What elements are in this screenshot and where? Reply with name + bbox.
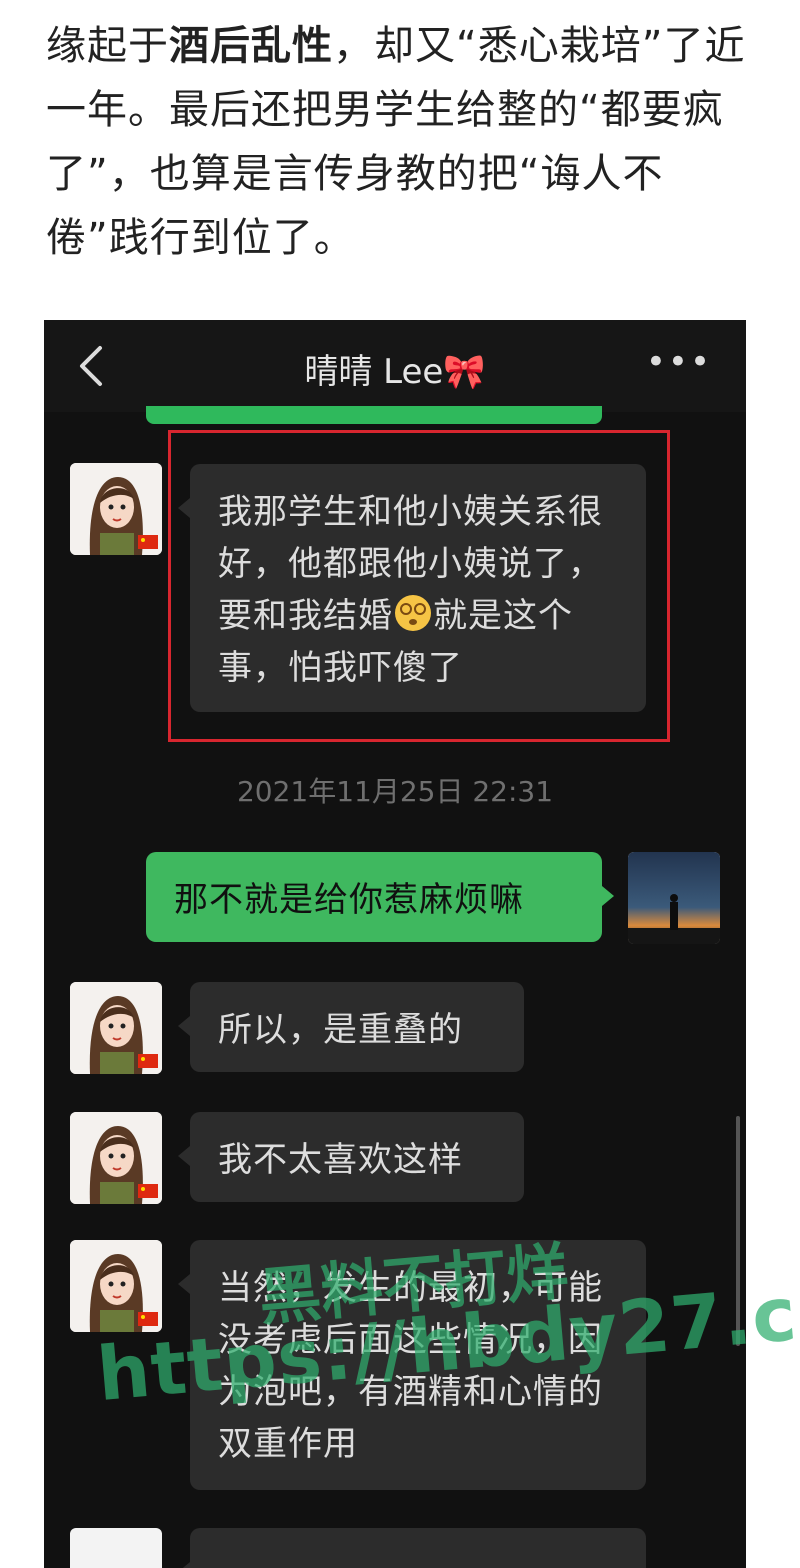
timestamp: 2021年11月25日 22:31 bbox=[236, 775, 554, 808]
outgoing-message[interactable]: 那不就是给你惹麻烦嘛 bbox=[146, 852, 614, 942]
user-avatar-image bbox=[628, 852, 720, 944]
incoming-message[interactable]: 所以，是重叠的 bbox=[178, 982, 524, 1072]
contact-avatar[interactable] bbox=[70, 982, 162, 1074]
contact-avatar[interactable] bbox=[70, 463, 162, 555]
message-text: 所以，是重叠的 bbox=[218, 1010, 463, 1050]
contact-avatar-image bbox=[70, 463, 162, 555]
article-text-bold: 酒后乱性 bbox=[169, 23, 333, 69]
contact-avatar-image bbox=[70, 1240, 162, 1332]
incoming-message[interactable]: 我不太喜欢这样 bbox=[178, 1112, 524, 1202]
more-options-icon[interactable]: ••• bbox=[646, 345, 712, 379]
message-text: 我不太喜欢这样 bbox=[218, 1140, 463, 1180]
message-text: 那不就是给你惹麻烦嘛 bbox=[174, 880, 524, 920]
contact-avatar-partial[interactable] bbox=[70, 1528, 162, 1568]
contact-avatar[interactable] bbox=[70, 1240, 162, 1332]
chat-title: 晴晴 Lee🎀 bbox=[304, 352, 486, 392]
user-avatar[interactable] bbox=[628, 852, 720, 944]
chat-header: 晴晴 Lee🎀 ••• bbox=[44, 320, 746, 412]
contact-avatar-image bbox=[70, 982, 162, 1074]
contact-avatar[interactable] bbox=[70, 1112, 162, 1204]
incoming-message-partial[interactable] bbox=[178, 1528, 646, 1568]
article-text: 缘起于酒后乱性，却又“悉心栽培”了近一年。最后还把男学生给整的“都要疯了”，也算… bbox=[46, 14, 766, 270]
contact-avatar-image bbox=[70, 1112, 162, 1204]
previous-outgoing-bubble-edge bbox=[146, 406, 602, 424]
article-text-part1: 缘起于 bbox=[46, 23, 169, 69]
highlight-box bbox=[168, 430, 670, 742]
